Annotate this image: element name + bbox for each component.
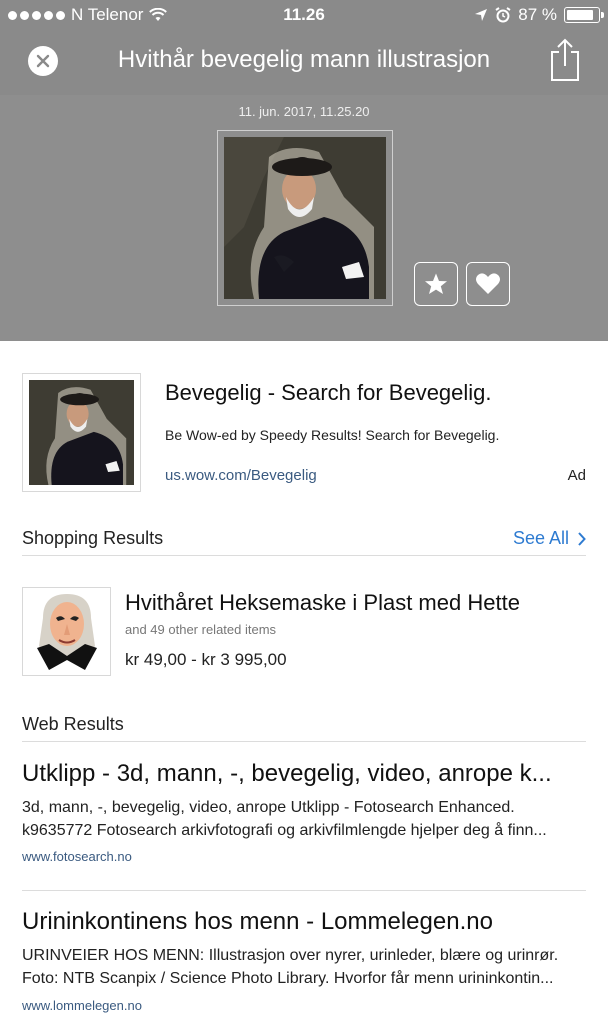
chevron-right-icon (578, 531, 586, 546)
product-price-range: kr 49,00 - kr 3 995,00 (125, 650, 287, 669)
product-related-count: and 49 other related items (125, 622, 277, 637)
ad-badge: Ad (567, 467, 586, 484)
portrait-illustration (224, 137, 386, 299)
ad-url[interactable]: us.wow.com/Bevegelig (165, 467, 317, 484)
status-right: 87 % (474, 5, 604, 25)
web-result-title[interactable]: Urininkontinens hos menn - Lommelegen.no (22, 908, 586, 936)
web-results-heading: Web Results (22, 714, 124, 734)
alarm-icon (495, 7, 511, 23)
snippet-line: 3d, mann, -, bevegelig, video, anrope Ut… (22, 799, 515, 816)
divider (22, 890, 586, 891)
heart-icon (476, 273, 500, 294)
web-result-snippet: URINVEIER HOS MENN: Illustrasjon over ny… (22, 944, 586, 990)
shopping-results-heading: Shopping Results (22, 528, 164, 548)
favorite-star-button[interactable] (414, 262, 458, 306)
web-result-url[interactable]: www.fotosearch.no (22, 849, 132, 864)
divider (22, 555, 586, 556)
portrait-image (224, 137, 386, 299)
snippet-line: k9635772 Fotosearch arkivfotografi og ar… (22, 822, 547, 839)
page-title: Hvithår bevegelig mann illustrasjon (117, 46, 491, 73)
main-image[interactable] (217, 130, 393, 306)
ad-description: Be Wow-ed by Speedy Results! Search for … (165, 427, 500, 443)
like-heart-button[interactable] (466, 262, 510, 306)
see-all-label: See All (512, 528, 569, 548)
image-timestamp: 11. jun. 2017, 11.25.20 (238, 104, 370, 119)
snippet-line: URINVEIER HOS MENN: Illustrasjon over ny… (22, 947, 559, 964)
web-result-url[interactable]: www.lommelegen.no (22, 998, 142, 1013)
battery-icon (564, 7, 604, 23)
divider (22, 741, 586, 742)
battery-percent: 87 % (518, 5, 557, 24)
ad-title[interactable]: Bevegelig - Search for Bevegelig. (165, 380, 492, 406)
snippet-line: Foto: NTB Scanpix / Science Photo Librar… (22, 970, 554, 987)
web-result-title[interactable]: Utklipp - 3d, mann, -, bevegelig, video,… (22, 760, 586, 788)
ad-portrait-illustration (29, 380, 134, 485)
status-bar: N Telenor 11.26 87 % (0, 0, 608, 30)
product-thumbnail[interactable] (22, 587, 111, 676)
star-icon (425, 273, 447, 294)
share-icon[interactable] (548, 38, 582, 82)
product-title[interactable]: Hvithåret Heksemaske i Plast med Hette (125, 590, 520, 616)
ad-thumbnail[interactable] (22, 373, 141, 492)
location-arrow-icon (475, 9, 488, 21)
web-result-snippet: 3d, mann, -, bevegelig, video, anrope Ut… (22, 796, 586, 842)
witch-mask-image (37, 594, 97, 670)
ad-portrait-image (29, 380, 134, 485)
see-all-link[interactable]: See All (513, 528, 586, 549)
